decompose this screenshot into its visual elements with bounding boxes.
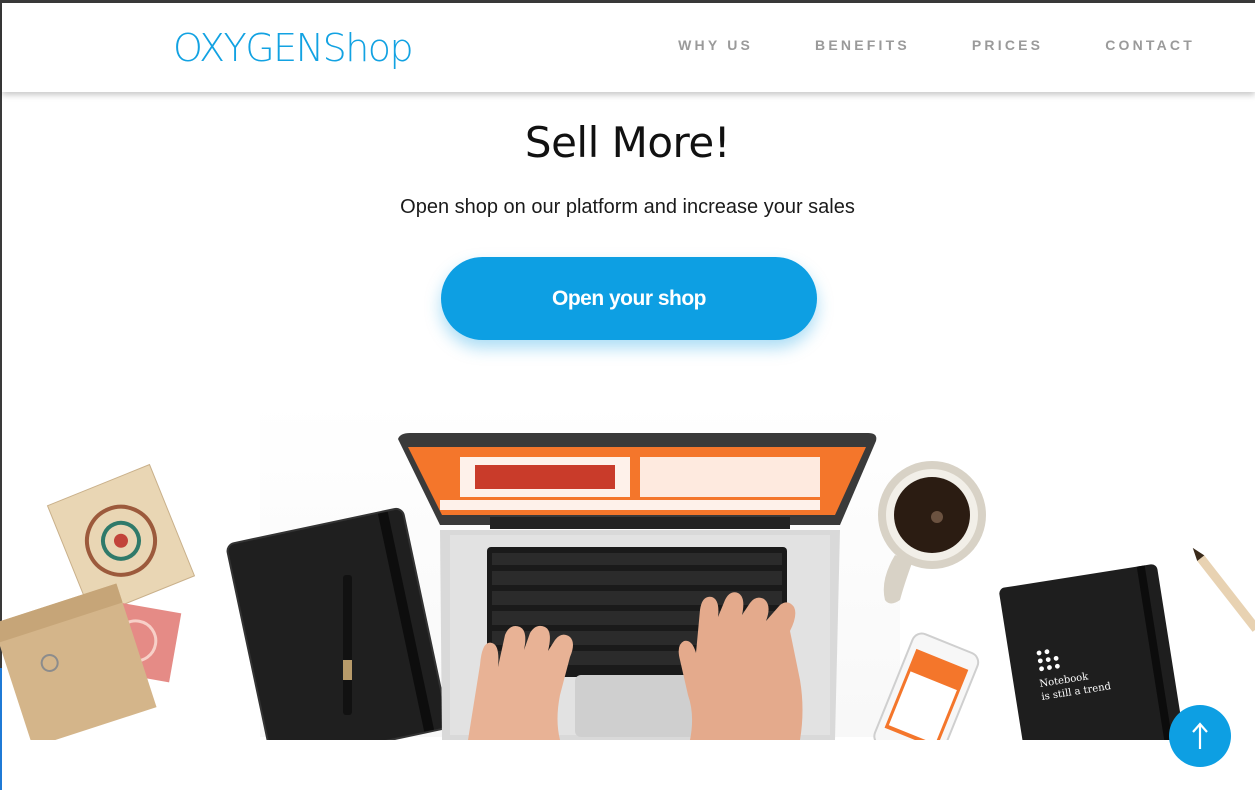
pencil-illustration xyxy=(1192,547,1255,632)
hero-image: Notebook is still a trend xyxy=(0,401,1255,740)
hero-title: Sell More! xyxy=(524,118,731,167)
nav-link-why-us[interactable]: WHY US xyxy=(678,37,753,53)
nav-link-benefits[interactable]: BENEFITS xyxy=(815,37,910,53)
laptop-illustration xyxy=(398,433,877,740)
open-shop-button[interactable]: Open your shop xyxy=(441,257,817,340)
hero-subtitle: Open shop on our platform and increase y… xyxy=(400,196,855,218)
arrow-up-icon xyxy=(1192,722,1208,749)
scroll-to-top-button[interactable] xyxy=(1169,705,1231,767)
coffee-cup-illustration xyxy=(878,461,986,604)
navbar: OXYGENShop WHY US BENEFITS PRICES CONTAC… xyxy=(2,3,1255,92)
main-nav: WHY US BENEFITS PRICES CONTACT xyxy=(678,37,1195,53)
nav-link-prices[interactable]: PRICES xyxy=(972,37,1043,53)
nav-link-contact[interactable]: CONTACT xyxy=(1105,37,1195,53)
notebook-right-illustration: Notebook is still a trend xyxy=(999,564,1187,740)
site-logo[interactable]: OXYGENShop xyxy=(173,25,414,71)
notecards-illustration xyxy=(0,463,196,740)
